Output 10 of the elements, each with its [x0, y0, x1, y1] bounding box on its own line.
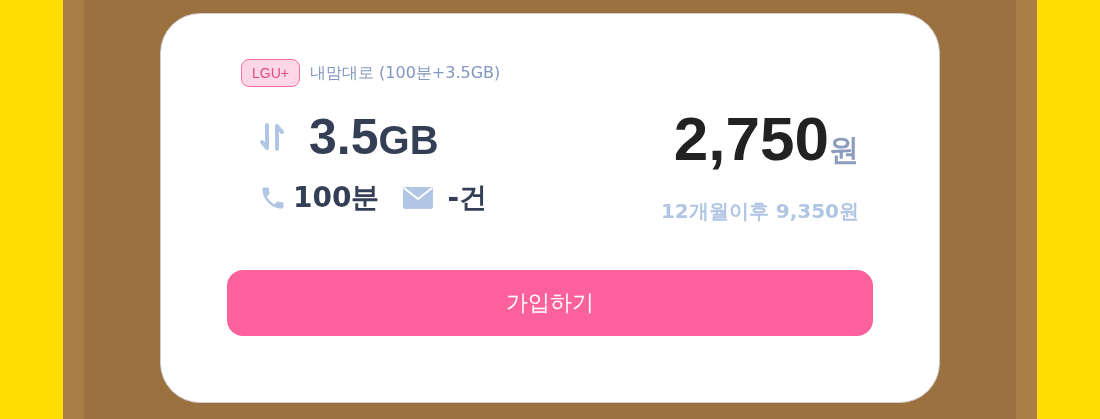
later-price: 12개월이후 9,350원 — [660, 198, 859, 225]
join-button[interactable]: 가입하기 — [227, 270, 873, 336]
sms-count: -건 — [447, 180, 488, 216]
data-transfer-icon — [259, 122, 285, 152]
carrier-badge: LGU+ — [241, 59, 300, 87]
data-amount: 3.5GB — [309, 108, 439, 166]
call-minutes: 100분 — [293, 180, 380, 216]
plan-name: 내맘대로 (100분+3.5GB) — [309, 62, 501, 84]
monthly-price: 2,750원 — [673, 107, 859, 175]
envelope-icon — [403, 187, 434, 209]
